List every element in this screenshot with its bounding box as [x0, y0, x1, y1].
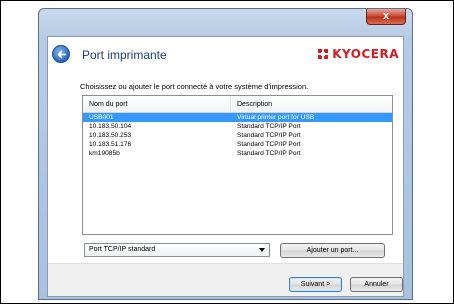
column-header-port-name[interactable]: Nom du port	[83, 96, 231, 112]
add-port-button[interactable]: Ajouter un port...	[280, 243, 385, 258]
list-item[interactable]: 10.183.50.104 Standard TCP/IP Port	[83, 122, 392, 131]
kyocera-logo-mark-icon	[318, 49, 329, 59]
port-name: USB001	[89, 114, 114, 121]
column-header-description[interactable]: Description	[231, 96, 392, 112]
close-button[interactable]: x	[366, 9, 406, 25]
port-name: 10.183.51.176	[89, 141, 132, 148]
cancel-button[interactable]: Annuler	[350, 277, 403, 292]
wizard-header: Port imprimante KYOCERA	[48, 37, 403, 75]
wizard-window: x Port imprimante KYOCERA Choisissez ou …	[38, 8, 413, 300]
back-arrow-icon[interactable]	[52, 45, 70, 63]
list-item[interactable]: 10.183.51.176 Standard TCP/IP Port	[83, 140, 392, 149]
port-description: Standard TCP/IP Port	[237, 141, 301, 148]
chevron-down-icon[interactable]	[259, 248, 265, 252]
page-title: Port imprimante	[82, 48, 167, 62]
port-type-selected: Port TCP/IP standard	[89, 246, 156, 253]
next-button[interactable]: Suivant >	[289, 277, 342, 292]
port-list[interactable]: Nom du port Description USB001 Virtual p…	[82, 95, 393, 235]
port-description: Virtual printer port for USB	[237, 114, 315, 121]
port-type-dropdown[interactable]: Port TCP/IP standard	[84, 243, 270, 257]
list-item[interactable]: 10.183.50.253 Standard TCP/IP Port	[83, 131, 392, 140]
port-description: Standard TCP/IP Port	[237, 123, 301, 130]
logo-text: KYOCERA	[332, 47, 399, 61]
port-name: km19085b	[89, 150, 120, 157]
list-header: Nom du port Description	[83, 96, 392, 113]
list-item[interactable]: USB001 Virtual printer port for USB	[83, 113, 392, 122]
port-description: Standard TCP/IP Port	[237, 132, 301, 139]
port-description: Standard TCP/IP Port	[237, 150, 301, 157]
port-name: 10.183.50.253	[89, 132, 132, 139]
wizard-client-area: Port imprimante KYOCERA Choisissez ou aj…	[47, 36, 404, 297]
list-item[interactable]: km19085b Standard TCP/IP Port	[83, 149, 392, 158]
port-name: 10.183.50.104	[89, 123, 132, 130]
instruction-text: Choisissez ou ajouter le port connecté à…	[80, 82, 309, 91]
kyocera-logo: KYOCERA	[317, 47, 399, 61]
